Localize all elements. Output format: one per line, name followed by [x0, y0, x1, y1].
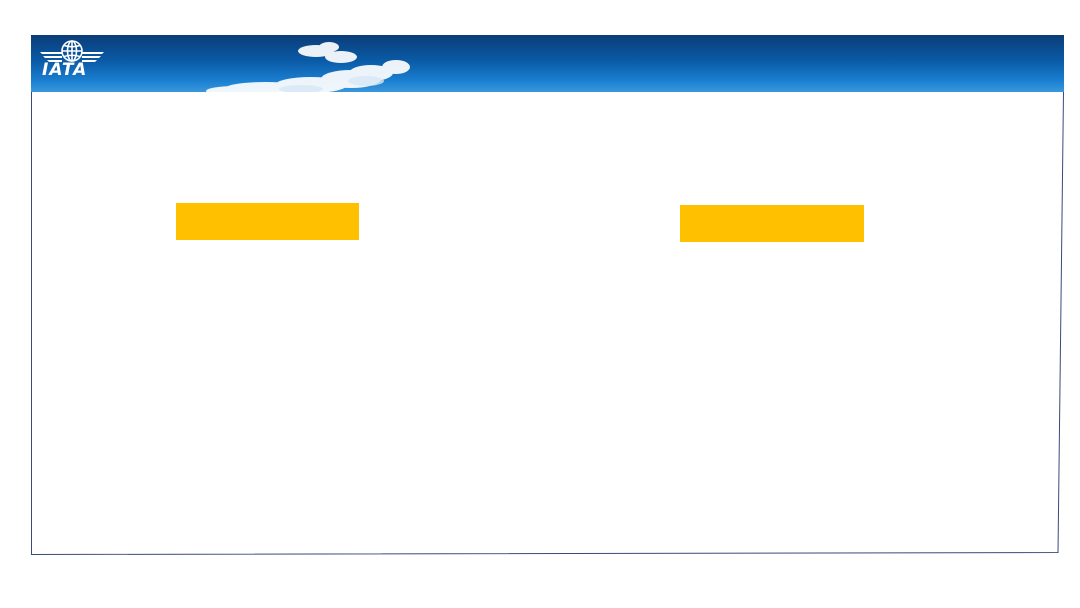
slide-frame: IATA	[31, 35, 1064, 556]
placeholder-box-right	[680, 205, 864, 242]
slide-border	[31, 91, 1064, 556]
clouds-image	[206, 42, 410, 92]
logo-wordmark: IATA	[42, 60, 88, 80]
header-banner: IATA	[31, 35, 1064, 92]
placeholder-box-left	[176, 203, 359, 240]
